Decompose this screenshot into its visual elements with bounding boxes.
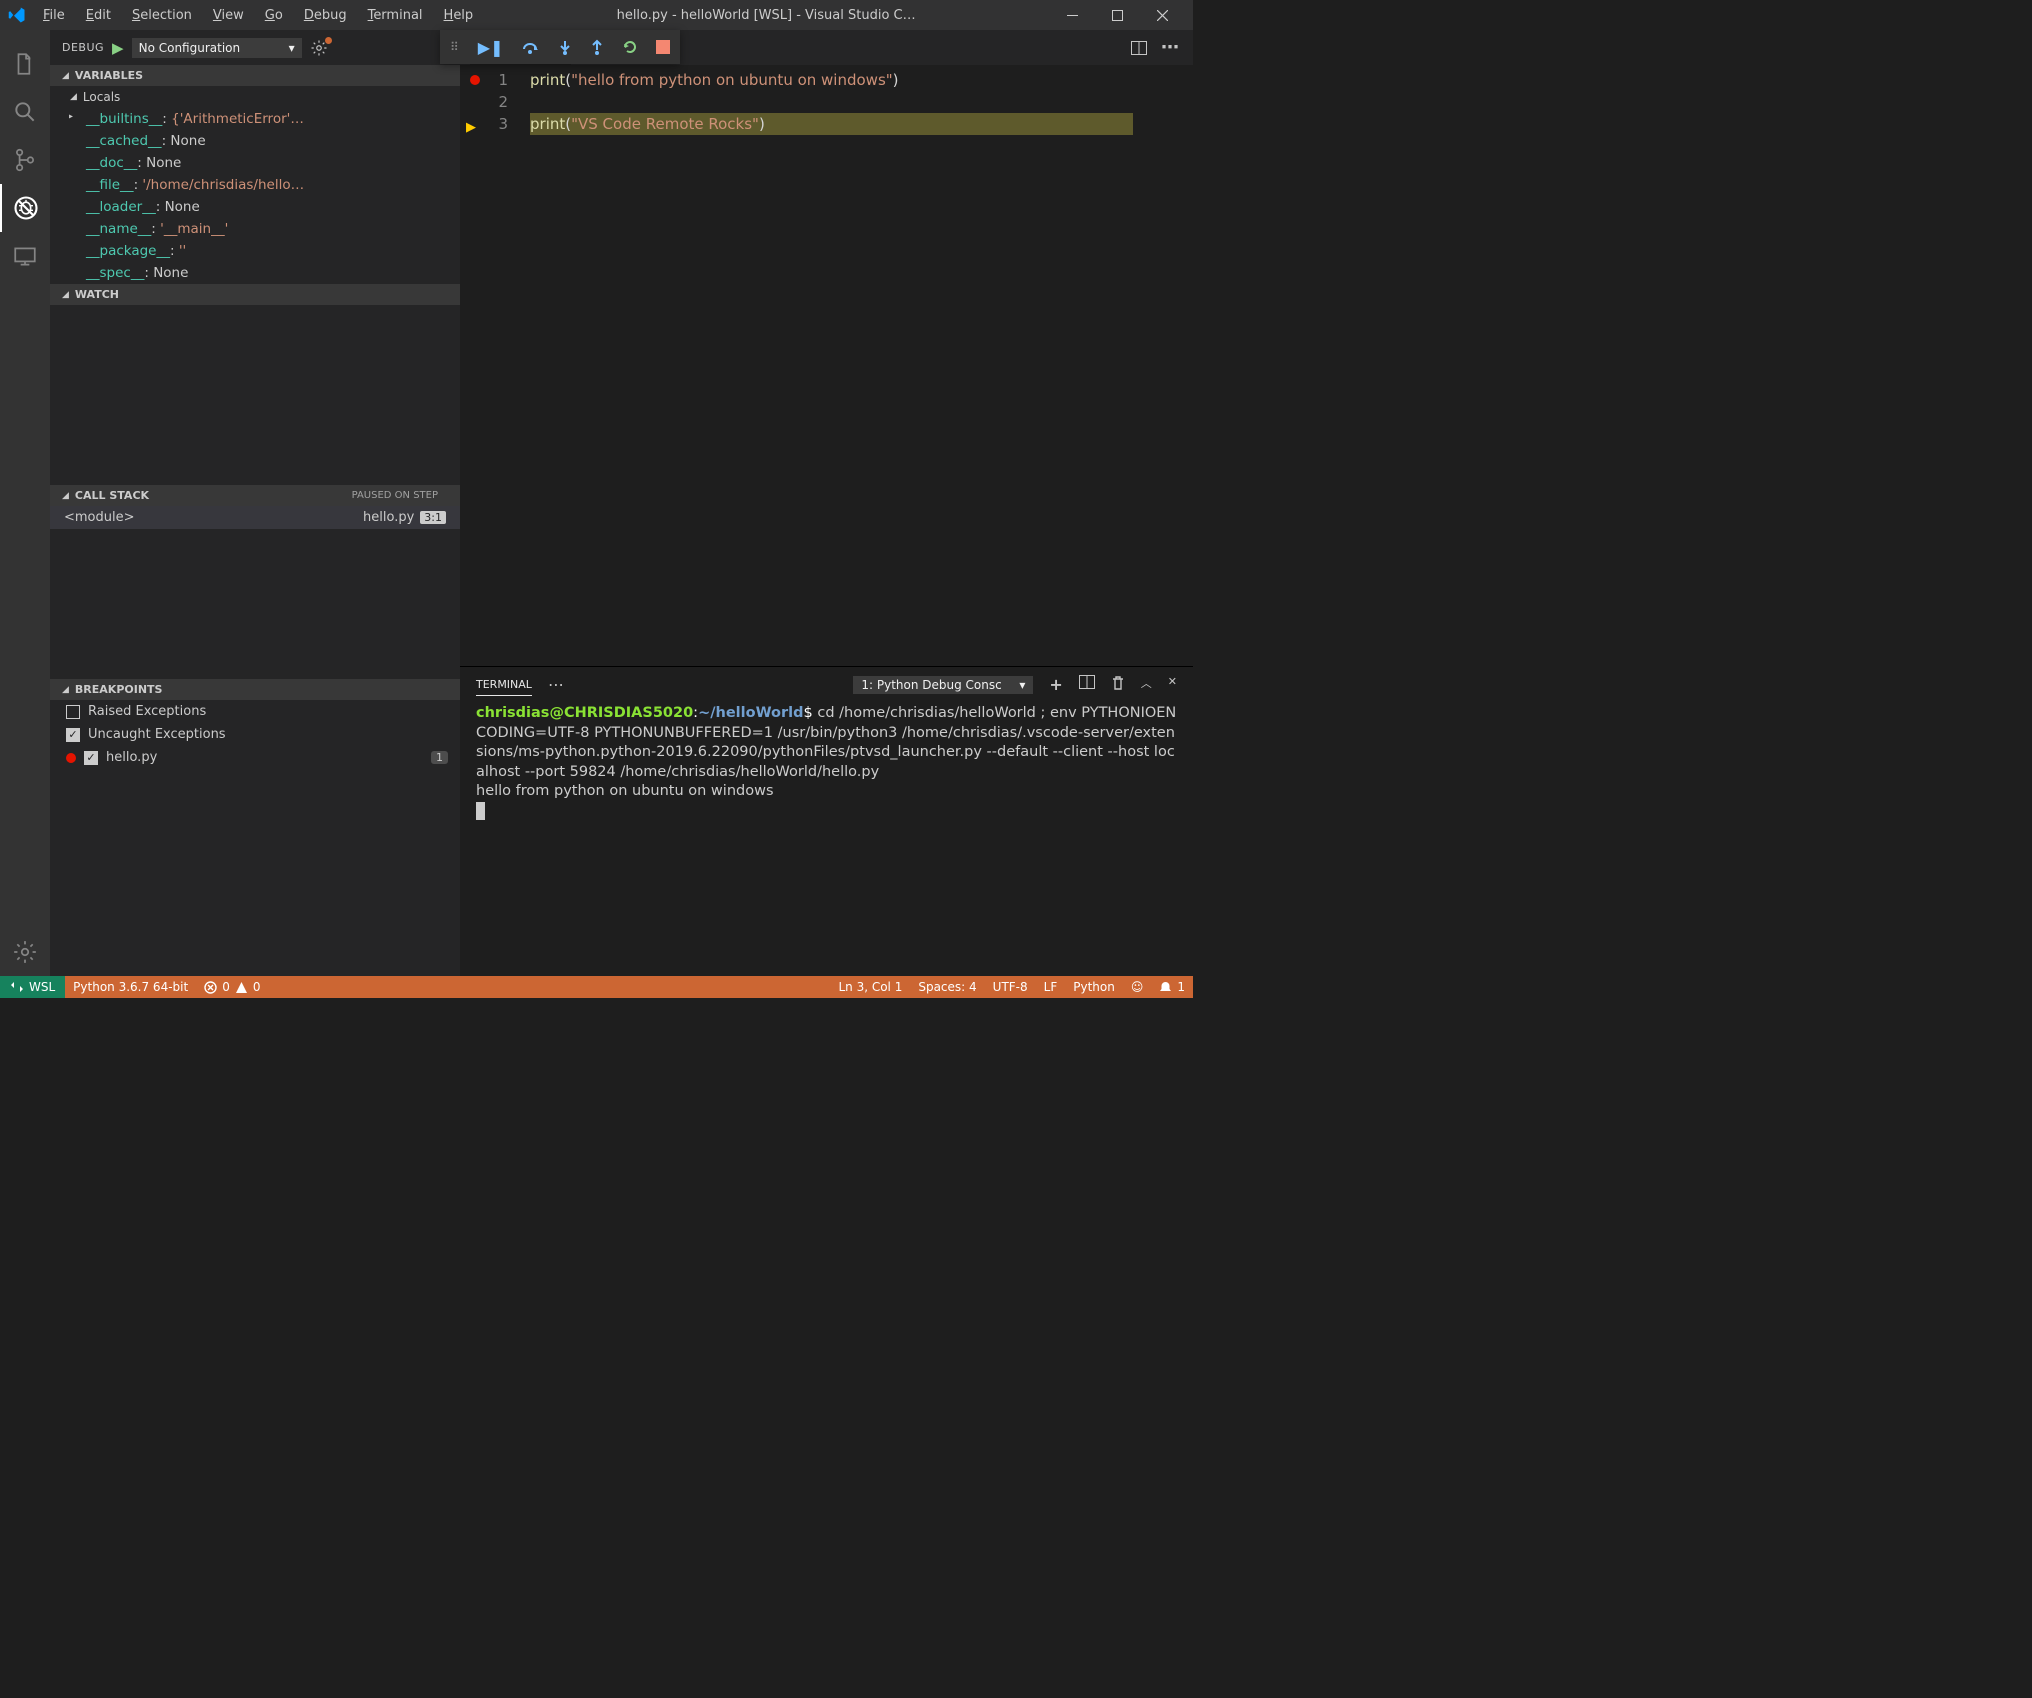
language-mode[interactable]: Python [1065, 976, 1123, 998]
variable-row[interactable]: __doc__: None [50, 152, 460, 174]
debug-title: DEBUG [62, 41, 104, 54]
menu-terminal[interactable]: Terminal [359, 4, 432, 27]
close-panel-icon[interactable]: ✕ [1168, 675, 1177, 694]
menu-go[interactable]: Go [256, 4, 292, 27]
checkbox[interactable]: ✓ [84, 751, 98, 765]
minimap[interactable] [1133, 65, 1193, 666]
menubar: File Edit Selection View Go Debug Termin… [34, 4, 482, 27]
breakpoint-row[interactable]: ✓hello.py1 [50, 746, 460, 769]
more-actions-icon[interactable]: ⋯ [1161, 37, 1179, 58]
minimize-button[interactable] [1050, 0, 1095, 30]
window-title: hello.py - helloWorld [WSL] - Visual Stu… [482, 8, 1050, 23]
callstack-list: <module> hello.py3:1 [50, 506, 460, 529]
split-terminal-icon[interactable] [1079, 675, 1095, 694]
problems-status[interactable]: 0 0 [196, 976, 268, 998]
encoding[interactable]: UTF-8 [985, 976, 1036, 998]
status-bar: WSL Python 3.6.7 64-bit 0 0 Ln 3, Col 1 … [0, 976, 1193, 998]
maximize-button[interactable] [1095, 0, 1140, 30]
step-out-button[interactable] [590, 39, 604, 55]
continue-button[interactable]: ▶❚ [478, 38, 504, 57]
panel-header: TERMINAL ⋯ 1: Python Debug Consc▾ + ︿ ✕ [460, 667, 1193, 702]
vscode-logo-icon [8, 6, 26, 24]
menu-edit[interactable]: Edit [77, 4, 120, 27]
code-content[interactable]: print("hello from python on ubuntu on wi… [530, 65, 1133, 666]
python-interpreter[interactable]: Python 3.6.7 64-bit [65, 976, 196, 998]
gutter: 12▶3 [460, 65, 530, 666]
stop-button[interactable] [656, 40, 670, 54]
step-over-button[interactable] [522, 39, 540, 55]
watch-panel [50, 305, 460, 485]
menu-view[interactable]: View [204, 4, 253, 27]
breakpoints-list: Raised Exceptions✓Uncaught Exceptions✓he… [50, 700, 460, 769]
notifications-icon[interactable]: 1 [1151, 976, 1193, 998]
source-control-icon[interactable] [0, 136, 50, 184]
variable-row[interactable]: __cached__: None [50, 130, 460, 152]
remote-indicator[interactable]: WSL [0, 976, 65, 998]
titlebar: File Edit Selection View Go Debug Termin… [0, 0, 1193, 30]
checkbox[interactable]: ✓ [66, 728, 80, 742]
explorer-icon[interactable] [0, 40, 50, 88]
menu-debug[interactable]: Debug [295, 4, 356, 27]
menu-help[interactable]: Help [435, 4, 483, 27]
breakpoint-row[interactable]: ✓Uncaught Exceptions [50, 723, 460, 746]
feedback-icon[interactable]: ☺ [1123, 976, 1152, 998]
breakpoints-section-header[interactable]: ◢BREAKPOINTS [50, 679, 460, 700]
menu-file[interactable]: File [34, 4, 74, 27]
variables-section-header[interactable]: ◢VARIABLES [50, 65, 460, 86]
variables-list: __builtins__: {'ArithmeticError'…__cache… [50, 108, 460, 284]
variable-row[interactable]: __package__: '' [50, 240, 460, 262]
activity-bar [0, 30, 50, 976]
close-button[interactable] [1140, 0, 1185, 30]
callstack-section-header[interactable]: ◢CALL STACK PAUSED ON STEP [50, 485, 460, 506]
window-controls [1050, 0, 1185, 30]
variable-row[interactable]: __spec__: None [50, 262, 460, 284]
debug-toolbar[interactable]: ⠿ ▶❚ [440, 30, 680, 64]
checkbox[interactable] [66, 705, 80, 719]
new-terminal-icon[interactable]: + [1049, 675, 1062, 694]
breakpoint-dot-icon [66, 753, 76, 763]
indentation[interactable]: Spaces: 4 [910, 976, 984, 998]
callstack-status: PAUSED ON STEP [352, 490, 448, 501]
editor-group: 🐍 hello.py ⋯ 12▶3 print("hello from pyth… [460, 30, 1193, 976]
settings-gear-icon[interactable] [0, 928, 50, 976]
code-editor[interactable]: 12▶3 print("hello from python on ubuntu … [460, 65, 1193, 666]
terminal-content[interactable]: chrisdias@CHRISDIAS5020:~/helloWorld$ cd… [460, 702, 1193, 976]
debug-header: DEBUG ▶ No Configuration▾ [50, 30, 460, 65]
debug-icon[interactable] [0, 184, 50, 232]
start-debug-button[interactable]: ▶ [112, 39, 124, 57]
variable-row[interactable]: __file__: '/home/chrisdias/hello… [50, 174, 460, 196]
debug-config-gear-icon[interactable] [310, 39, 328, 57]
variable-row[interactable]: __loader__: None [50, 196, 460, 218]
terminal-cursor [476, 802, 485, 820]
stack-frame[interactable]: <module> hello.py3:1 [50, 506, 460, 529]
drag-handle-icon[interactable]: ⠿ [450, 40, 460, 54]
step-into-button[interactable] [558, 39, 572, 55]
variable-row[interactable]: __name__: '__main__' [50, 218, 460, 240]
terminal-select[interactable]: 1: Python Debug Consc▾ [853, 676, 1033, 694]
panel-overflow-icon[interactable]: ⋯ [548, 671, 564, 698]
cursor-position[interactable]: Ln 3, Col 1 [830, 976, 910, 998]
bottom-panel: TERMINAL ⋯ 1: Python Debug Consc▾ + ︿ ✕ … [460, 666, 1193, 976]
watch-section-header[interactable]: ◢WATCH [50, 284, 460, 305]
variable-row[interactable]: __builtins__: {'ArithmeticError'… [50, 108, 460, 130]
search-icon[interactable] [0, 88, 50, 136]
terminal-tab[interactable]: TERMINAL [476, 674, 532, 696]
menu-selection[interactable]: Selection [123, 4, 201, 27]
debug-config-select[interactable]: No Configuration▾ [132, 38, 302, 58]
kill-terminal-icon[interactable] [1111, 675, 1125, 694]
restart-button[interactable] [622, 39, 638, 55]
eol[interactable]: LF [1036, 976, 1066, 998]
remote-explorer-icon[interactable] [0, 232, 50, 280]
debug-sidebar: DEBUG ▶ No Configuration▾ ◢VARIABLES ◢Lo… [50, 30, 460, 976]
split-editor-icon[interactable] [1131, 41, 1147, 55]
locals-header[interactable]: ◢Locals [50, 86, 460, 108]
breakpoint-row[interactable]: Raised Exceptions [50, 700, 460, 723]
maximize-panel-icon[interactable]: ︿ [1141, 675, 1152, 694]
